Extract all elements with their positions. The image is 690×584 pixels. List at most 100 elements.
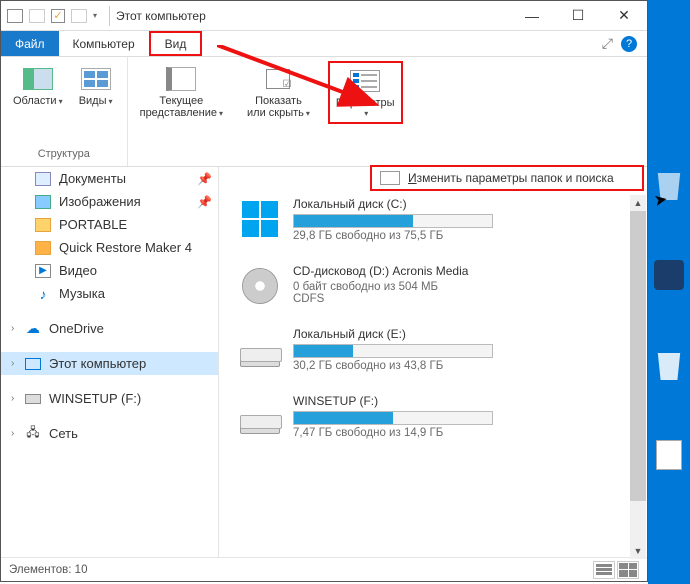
folder-icon <box>35 241 51 255</box>
ribbon-show-hide-button[interactable]: Показать или скрыть▾ <box>241 61 316 123</box>
qat-button[interactable] <box>71 9 87 23</box>
minimize-button[interactable]: — <box>509 1 555 31</box>
drive-usage-bar <box>293 214 493 228</box>
desktop-icon[interactable] <box>650 256 688 294</box>
sidebar-item-label: Изображения <box>59 194 141 209</box>
minimize-ribbon-icon[interactable]: ⤢ <box>602 35 613 52</box>
options-icon <box>380 171 400 185</box>
network-icon: 🖧 <box>25 427 41 441</box>
sidebar-item-music[interactable]: ♪ Музыка <box>1 282 218 305</box>
music-icon: ♪ <box>35 287 51 301</box>
sidebar-item-this-pc[interactable]: ›Этот компьютер <box>1 352 218 375</box>
drive-item[interactable]: Локальный диск (E:) 30,2 ГБ свободно из … <box>227 327 639 372</box>
quick-access-toolbar: ✓ ▾ <box>1 9 103 23</box>
sidebar-item-label: Сеть <box>49 426 78 441</box>
help-icon[interactable]: ? <box>621 36 637 52</box>
drive-name: Локальный диск (E:) <box>293 327 639 341</box>
menu-view[interactable]: Вид <box>149 31 203 56</box>
folder-icon <box>35 218 51 232</box>
scroll-up-button[interactable]: ▲ <box>630 195 646 211</box>
disk-drive-icon <box>240 422 280 434</box>
videos-icon: ▶ <box>35 264 51 278</box>
expand-icon[interactable]: › <box>11 393 14 404</box>
vertical-scrollbar[interactable]: ▲ ▼ <box>630 195 646 559</box>
navigation-sidebar: Документы📌 Изображения📌 PORTABLE Quick R… <box>1 167 219 557</box>
ribbon-options-button[interactable]: Параметры ▾ <box>328 61 403 124</box>
window-title: Этот компьютер <box>116 9 206 23</box>
window-icon <box>7 9 23 23</box>
drive-item[interactable]: Локальный диск (C:) 29,8 ГБ свободно из … <box>227 197 639 242</box>
sidebar-item-label: OneDrive <box>49 321 104 336</box>
drive-item[interactable]: CD-дисковод (D:) Acronis Media 0 байт св… <box>227 264 639 305</box>
desktop-icon[interactable] <box>650 436 688 474</box>
sidebar-item-network[interactable]: › 🖧 Сеть <box>1 422 218 445</box>
pin-icon: 📌 <box>197 172 212 186</box>
explorer-window: ✓ ▾ Этот компьютер — ☐ ✕ Файл Компьютер … <box>0 0 648 582</box>
show-hide-icon <box>266 69 290 89</box>
sidebar-item-pictures[interactable]: Изображения📌 <box>1 190 218 213</box>
ribbon-group: Текущее представление▾ <box>128 57 235 166</box>
qat-properties-icon[interactable]: ✓ <box>51 9 65 23</box>
menu-computer[interactable]: Компьютер <box>59 31 149 56</box>
separator <box>109 6 110 26</box>
views-icon <box>81 68 111 90</box>
ribbon-group: Параметры ▾ <box>322 57 409 166</box>
drive-name: Локальный диск (C:) <box>293 197 639 211</box>
view-icons-button[interactable] <box>617 561 639 579</box>
drive-name: CD-дисковод (D:) Acronis Media <box>293 264 639 278</box>
qat-button[interactable] <box>29 9 45 23</box>
options-dropdown: Изменить параметры папок и поиска <box>370 165 644 191</box>
expand-icon[interactable]: › <box>11 323 14 334</box>
scroll-thumb[interactable] <box>630 211 646 501</box>
close-button[interactable]: ✕ <box>601 1 647 31</box>
drive-stats: 7,47 ГБ свободно из 14,9 ГБ <box>293 427 639 439</box>
expand-icon[interactable]: › <box>11 428 14 439</box>
drive-item[interactable]: WINSETUP (F:) 7,47 ГБ свободно из 14,9 Г… <box>227 394 639 439</box>
ribbon: Области▾ Виды▾ Структура Текущее предста… <box>1 57 647 167</box>
ribbon-views-button[interactable]: Виды▾ <box>71 61 121 111</box>
drive-stats: 30,2 ГБ свободно из 43,8 ГБ <box>293 360 639 372</box>
expand-icon[interactable]: › <box>11 358 14 369</box>
documents-icon <box>35 172 51 186</box>
onedrive-icon: ☁ <box>25 322 41 336</box>
statusbar: Элементов: 10 <box>1 557 647 581</box>
ribbon-panes-button[interactable]: Области▾ <box>7 61 69 111</box>
content-area: Локальный диск (C:) 29,8 ГБ свободно из … <box>219 167 647 557</box>
ribbon-current-view-button[interactable]: Текущее представление▾ <box>134 61 229 123</box>
current-view-icon <box>166 67 196 91</box>
view-switcher <box>593 561 639 579</box>
sidebar-item-label: Видео <box>59 263 97 278</box>
sidebar-item-folder[interactable]: Quick Restore Maker 4 <box>1 236 218 259</box>
drive-usage-bar <box>293 411 493 425</box>
view-details-button[interactable] <box>593 561 615 579</box>
scroll-down-button[interactable]: ▼ <box>630 543 646 559</box>
ribbon-group-label: Структура <box>38 148 90 162</box>
maximize-button[interactable]: ☐ <box>555 1 601 31</box>
sidebar-item-label: Quick Restore Maker 4 <box>59 240 192 255</box>
sidebar-item-drive[interactable]: ›WINSETUP (F:) <box>1 387 218 410</box>
qat-dropdown-icon[interactable]: ▾ <box>93 11 97 20</box>
options-icon <box>350 70 380 92</box>
desktop-icon[interactable] <box>650 346 688 384</box>
recycle-bin-icon <box>655 350 683 380</box>
sidebar-item-videos[interactable]: ▶ Видео <box>1 259 218 282</box>
sidebar-item-onedrive[interactable]: › ☁ OneDrive <box>1 317 218 340</box>
main-area: Документы📌 Изображения📌 PORTABLE Quick R… <box>1 167 647 557</box>
menu-file[interactable]: Файл <box>1 31 59 56</box>
file-icon <box>656 440 682 470</box>
pictures-icon <box>35 195 51 209</box>
drive-filesystem: CDFS <box>293 293 639 305</box>
sidebar-item-folder[interactable]: PORTABLE <box>1 213 218 236</box>
ribbon-options-label: Параметры <box>336 97 395 109</box>
panes-icon <box>23 68 53 90</box>
sidebar-item-documents[interactable]: Документы📌 <box>1 167 218 190</box>
sidebar-item-label: Музыка <box>59 286 105 301</box>
pc-icon <box>25 358 41 370</box>
desktop-background <box>648 0 690 584</box>
ribbon-group: Показать или скрыть▾ <box>235 57 322 166</box>
dropdown-item-label: Изменить параметры папок и поиска <box>408 171 614 185</box>
ribbon-views-label: Виды <box>79 95 107 107</box>
dropdown-change-folder-options[interactable]: Изменить параметры папок и поиска <box>372 167 642 189</box>
scroll-track[interactable] <box>630 211 646 543</box>
drive-usage-bar <box>293 344 493 358</box>
